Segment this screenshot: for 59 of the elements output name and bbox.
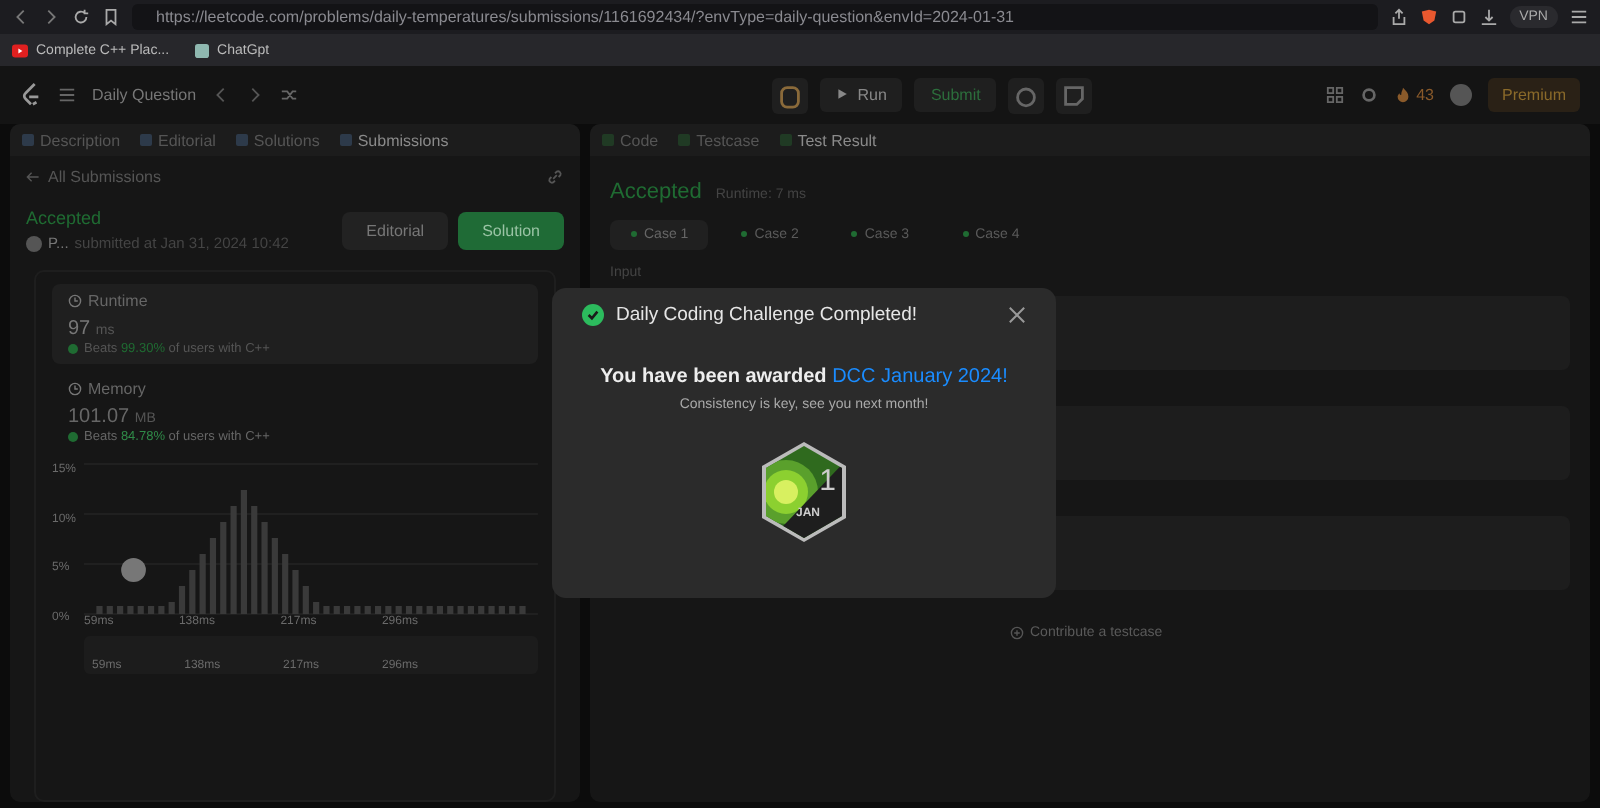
status-dot-icon [740, 230, 749, 239]
user-marker [121, 558, 146, 582]
result-status: Accepted [610, 180, 702, 204]
submit-button[interactable]: Submit [914, 78, 997, 112]
action-button[interactable]: Editorial [342, 211, 449, 249]
stat-title: Memory [88, 380, 146, 398]
shuffle-icon[interactable] [280, 86, 299, 104]
histogram-bar [405, 606, 413, 614]
menu-icon[interactable] [1570, 8, 1588, 26]
layout-icon[interactable] [1326, 86, 1345, 104]
status-dot-icon [850, 230, 859, 239]
download-icon[interactable] [1479, 8, 1498, 26]
premium-button[interactable]: Premium [1487, 78, 1580, 112]
panel-tab[interactable]: Description [22, 131, 121, 149]
panel-tab[interactable]: Testcase [678, 131, 760, 149]
panel-tab[interactable]: Submissions [339, 131, 449, 149]
check-circle-icon [582, 304, 604, 326]
status-dot-icon [630, 230, 638, 239]
share-icon[interactable] [1389, 8, 1408, 26]
back-icon[interactable] [12, 8, 30, 26]
award-message: You have been awarded DCC January 2024! [600, 366, 1008, 388]
panel-tab[interactable]: Code [602, 131, 659, 149]
close-icon[interactable] [1008, 306, 1026, 324]
check-circle-icon [68, 343, 78, 353]
award-link[interactable]: DCC January 2024! [832, 366, 1008, 388]
run-button[interactable]: Run [819, 78, 903, 112]
back-arrow-icon [26, 169, 40, 184]
panel-tab[interactable]: Solutions [235, 131, 320, 149]
status-dot-icon [961, 230, 970, 239]
logo-icon[interactable] [20, 82, 42, 108]
list-icon[interactable] [58, 86, 76, 104]
clock-icon [68, 294, 82, 308]
action-button[interactable]: Solution [458, 211, 564, 249]
bookmark-icon[interactable] [102, 8, 120, 26]
submission-status: Accepted [26, 208, 104, 228]
check-circle-icon [68, 431, 78, 441]
all-submissions-link[interactable]: All Submissions [26, 167, 161, 185]
histogram-bar [467, 606, 475, 614]
streak-count[interactable]: 43 [1416, 86, 1434, 104]
note-icon[interactable] [1056, 77, 1093, 113]
forward-icon[interactable] [42, 8, 60, 26]
stat-title: Runtime [88, 292, 148, 310]
address-bar[interactable]: https://leetcode.com/problems/daily-temperatures/submissions/1161692434/?envType=daily-question&envId=2024-01-31 [132, 4, 1378, 30]
panel-tab[interactable]: Editorial [140, 131, 216, 149]
fire-icon [1394, 86, 1413, 104]
app-icon [193, 43, 210, 57]
plus-circle-icon [1010, 626, 1024, 640]
play-icon [835, 88, 848, 100]
histogram-bar [436, 606, 444, 614]
panel-tab[interactable]: Test Result [779, 131, 877, 149]
clock-icon [68, 382, 82, 396]
user-avatar [26, 235, 42, 251]
link-icon[interactable] [546, 167, 564, 185]
dialog-title: Daily Coding Challenge Completed! [616, 304, 920, 326]
play-icon [12, 43, 28, 57]
problem-list-title[interactable]: Daily Question [92, 86, 197, 104]
reload-icon[interactable] [72, 8, 90, 26]
next-icon[interactable] [246, 86, 265, 104]
user-avatar[interactable] [1449, 84, 1472, 106]
